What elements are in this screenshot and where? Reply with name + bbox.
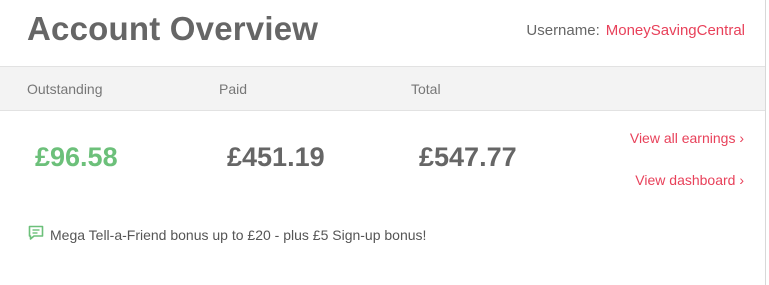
total-header: Total <box>411 81 441 97</box>
outstanding-amount: £96.58 <box>35 142 118 172</box>
paid-header: Paid <box>219 81 248 97</box>
paid-amount: £451.19 <box>227 142 325 172</box>
promo-text: Mega Tell-a-Friend bonus up to £20 - plu… <box>50 226 427 243</box>
total-amount: £547.77 <box>419 142 517 172</box>
outstanding-header: Outstanding <box>27 81 103 97</box>
view-dashboard-link[interactable]: View dashboard › <box>635 172 744 188</box>
view-all-earnings-link[interactable]: View all earnings › <box>630 130 744 146</box>
promo-message: Mega Tell-a-Friend bonus up to £20 - plu… <box>28 225 426 244</box>
page-title: Account Overview <box>27 10 319 47</box>
speech-bubble-icon <box>28 225 50 244</box>
column-header-band: Outstanding Paid Total <box>0 66 765 111</box>
account-overview-panel: Account Overview Username: MoneySavingCen… <box>0 0 766 285</box>
username-display: Username: MoneySavingCentral <box>526 22 745 39</box>
username-value: MoneySavingCentral <box>605 22 745 39</box>
username-label: Username: <box>526 22 600 39</box>
header: Account Overview Username: MoneySavingCen… <box>0 0 766 66</box>
